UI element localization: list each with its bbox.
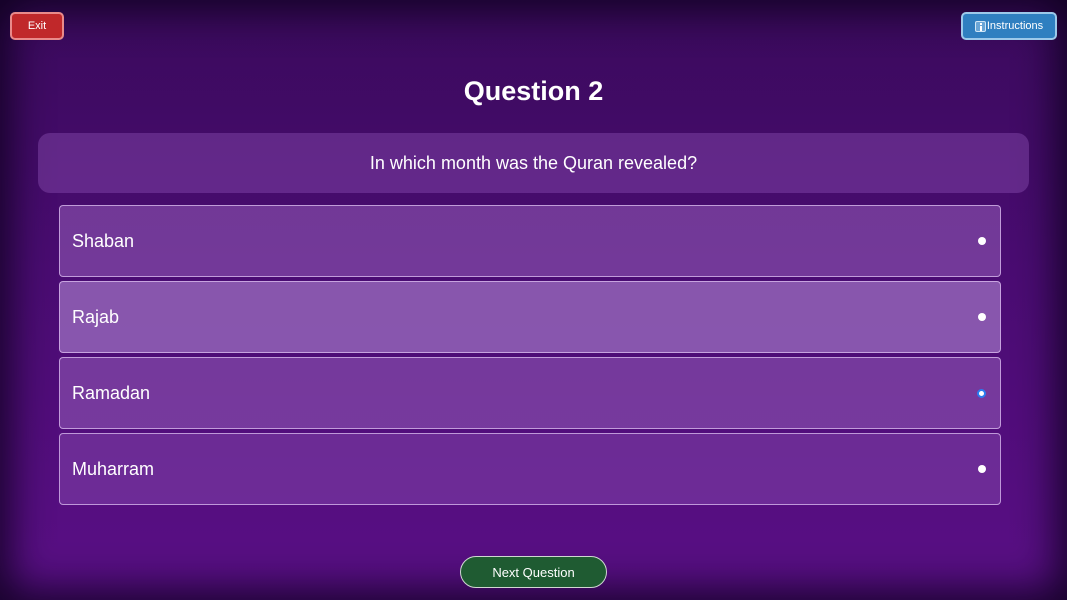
question-card: In which month was the Quran revealed?: [38, 133, 1029, 193]
answer-option-label: Shaban: [72, 230, 135, 251]
answer-option-rajab[interactable]: Rajab: [59, 281, 1001, 353]
instructions-button[interactable]: Instructions: [961, 12, 1057, 40]
answer-option-label: Rajab: [72, 306, 120, 327]
next-question-button[interactable]: Next Question: [460, 556, 607, 588]
answer-option-muharram[interactable]: Muharram: [59, 433, 1001, 505]
answer-option-shaban[interactable]: Shaban: [59, 205, 1001, 277]
info-icon: [974, 20, 986, 32]
answer-option-label: Muharram: [72, 458, 155, 479]
answer-option-ramadan[interactable]: Ramadan: [59, 357, 1001, 429]
question-title: Question 2: [463, 76, 604, 106]
instructions-button-label: Instructions: [986, 20, 1044, 32]
exit-button[interactable]: Exit: [10, 12, 64, 40]
radio-button[interactable]: [978, 465, 986, 473]
radio-button[interactable]: [978, 313, 986, 321]
exit-button-label: Exit: [27, 20, 47, 32]
answer-options: Shaban Rajab Ramadan Muharram: [59, 205, 1001, 509]
radio-button[interactable]: [978, 237, 986, 245]
question-text: In which month was the Quran revealed?: [369, 152, 698, 173]
radio-button-focused[interactable]: [977, 388, 986, 398]
answer-option-label: Ramadan: [72, 382, 151, 403]
next-question-label: Next Question: [492, 564, 575, 580]
